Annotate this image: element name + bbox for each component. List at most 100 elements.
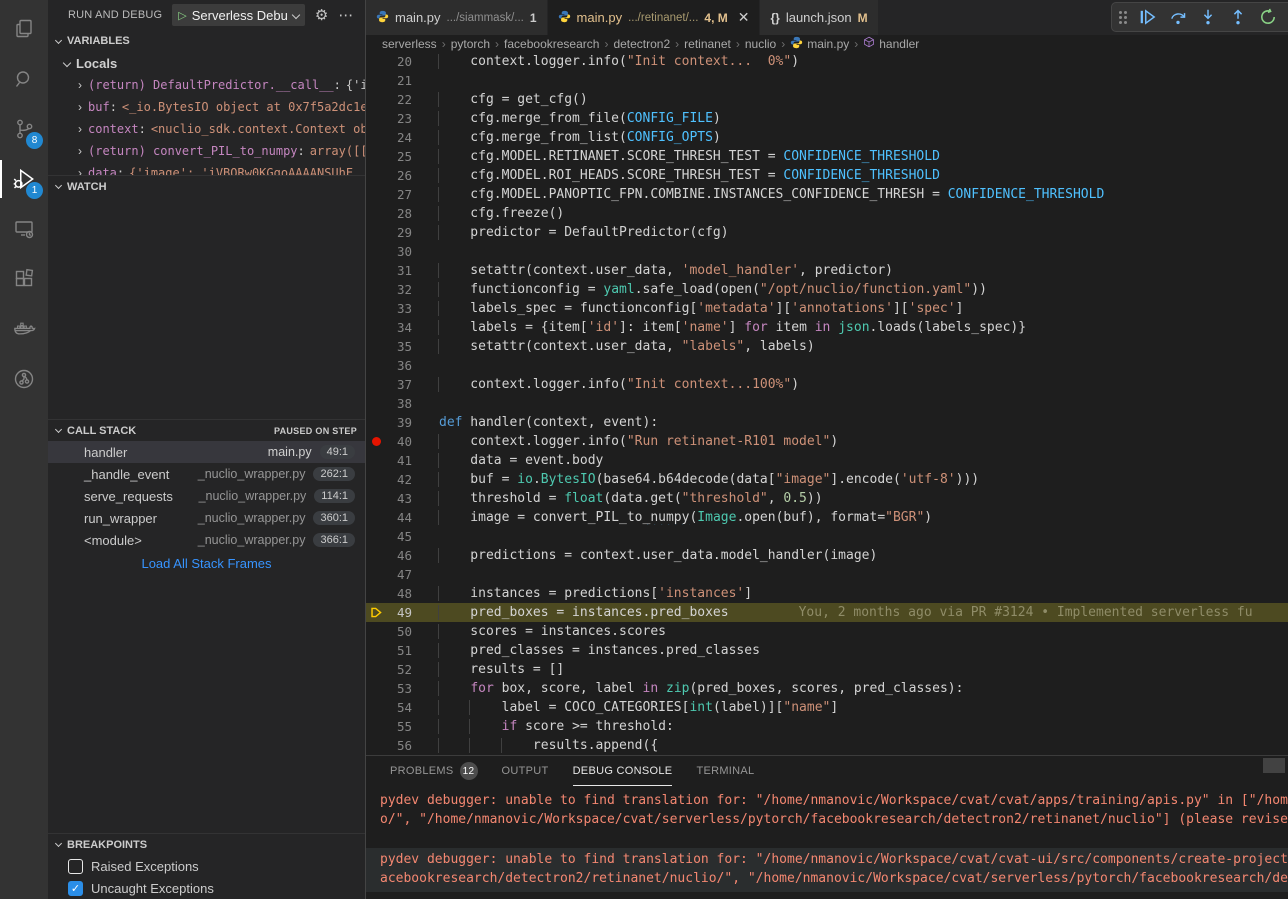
line-number[interactable]: 32: [386, 282, 412, 297]
line-number[interactable]: 21: [386, 73, 412, 88]
search-icon[interactable]: [0, 54, 48, 104]
line-number[interactable]: 53: [386, 681, 412, 696]
breadcrumb-item-pytorch[interactable]: pytorch: [451, 37, 490, 51]
line-number[interactable]: 33: [386, 301, 412, 316]
code-line-29[interactable]: 29 predictor = DefaultPredictor(cfg): [366, 223, 1288, 242]
code-line-46[interactable]: 46 predictions = context.user_data.model…: [366, 546, 1288, 565]
breadcrumb-item-main.py[interactable]: main.py: [790, 36, 849, 52]
breadcrumb-item-detectron2[interactable]: detectron2: [613, 37, 670, 51]
code-line-39[interactable]: 39def handler(context, event):: [366, 413, 1288, 432]
line-number[interactable]: 46: [386, 548, 412, 563]
code-line-31[interactable]: 31 setattr(context.user_data, 'model_han…: [366, 261, 1288, 280]
code-line-35[interactable]: 35 setattr(context.user_data, "labels", …: [366, 337, 1288, 356]
more-actions-icon[interactable]: ⋯: [338, 6, 353, 24]
line-number[interactable]: 31: [386, 263, 412, 278]
breakpoint-item[interactable]: ✓Uncaught Exceptions: [48, 877, 365, 899]
line-number[interactable]: 23: [386, 111, 412, 126]
breakpoint-icon[interactable]: [366, 437, 386, 446]
code-line-24[interactable]: 24 cfg.merge_from_list(CONFIG_OPTS): [366, 128, 1288, 147]
current-step-icon[interactable]: [366, 606, 386, 619]
continue-button[interactable]: [1139, 8, 1157, 26]
code-line-40[interactable]: 40 context.logger.info("Run retinanet-R1…: [366, 432, 1288, 451]
callstack-frame-handler[interactable]: handlermain.py49:1: [48, 441, 365, 463]
code-line-45[interactable]: 45: [366, 527, 1288, 546]
line-number[interactable]: 56: [386, 738, 412, 753]
variables-section-header[interactable]: VARIABLES: [48, 30, 365, 52]
code-line-20[interactable]: 20 context.logger.info("Init context... …: [366, 52, 1288, 71]
line-number[interactable]: 47: [386, 567, 412, 582]
breakpoints-section-header[interactable]: BREAKPOINTS: [48, 833, 365, 855]
line-number[interactable]: 54: [386, 700, 412, 715]
code-line-52[interactable]: 52 results = []: [366, 660, 1288, 679]
extensions-icon[interactable]: [0, 254, 48, 304]
variable-row[interactable]: ›(return) convert_PIL_to_numpy:array([[[…: [48, 140, 365, 162]
line-number[interactable]: 39: [386, 415, 412, 430]
load-all-stack-frames-link[interactable]: Load All Stack Frames: [48, 551, 365, 575]
line-number[interactable]: 44: [386, 510, 412, 525]
variable-row[interactable]: ›buf:<_io.BytesIO object at 0x7f5a2dc1ec…: [48, 96, 365, 118]
code-line-34[interactable]: 34 labels = {item['id']: item['name'] fo…: [366, 318, 1288, 337]
line-number[interactable]: 25: [386, 149, 412, 164]
code-line-32[interactable]: 32 functionconfig = yaml.safe_load(open(…: [366, 280, 1288, 299]
variable-row[interactable]: ›(return) DefaultPredictor.__call__:{'in…: [48, 74, 365, 96]
docker-icon[interactable]: [0, 304, 48, 354]
code-line-55[interactable]: 55 if score >= threshold:: [366, 717, 1288, 736]
breadcrumb-item-nuclio[interactable]: nuclio: [745, 37, 776, 51]
run-and-debug-icon[interactable]: 1: [0, 154, 48, 204]
step-out-button[interactable]: [1229, 8, 1247, 26]
line-number[interactable]: 28: [386, 206, 412, 221]
line-number[interactable]: 35: [386, 339, 412, 354]
code-line-56[interactable]: 56 results.append({: [366, 736, 1288, 755]
breadcrumb-item-handler[interactable]: handler: [863, 36, 919, 51]
start-debug-icon[interactable]: ▷: [178, 9, 186, 22]
panel-tab-problems[interactable]: PROBLEMS12: [390, 756, 478, 786]
line-number[interactable]: 41: [386, 453, 412, 468]
code-line-50[interactable]: 50 scores = instances.scores: [366, 622, 1288, 641]
code-line-41[interactable]: 41 data = event.body: [366, 451, 1288, 470]
breadcrumb-item-retinanet[interactable]: retinanet: [684, 37, 731, 51]
breakpoint-item[interactable]: Raised Exceptions: [48, 855, 365, 877]
line-number[interactable]: 50: [386, 624, 412, 639]
toolbar-drag-handle[interactable]: [1119, 11, 1127, 24]
panel-tab-terminal[interactable]: TERMINAL: [696, 756, 754, 786]
line-number[interactable]: 38: [386, 396, 412, 411]
line-number[interactable]: 51: [386, 643, 412, 658]
code-line-42[interactable]: 42 buf = io.BytesIO(base64.b64decode(dat…: [366, 470, 1288, 489]
code-line-38[interactable]: 38: [366, 394, 1288, 413]
restart-button[interactable]: [1259, 8, 1277, 26]
gear-icon[interactable]: ⚙: [315, 6, 328, 24]
code-line-33[interactable]: 33 labels_spec = functionconfig['metadat…: [366, 299, 1288, 318]
callstack-frame-module[interactable]: <module>_nuclio_wrapper.py366:1: [48, 529, 365, 551]
code-line-22[interactable]: 22 cfg = get_cfg(): [366, 90, 1288, 109]
code-line-54[interactable]: 54 label = COCO_CATEGORIES[int(label)]["…: [366, 698, 1288, 717]
editor-tab-launch.json[interactable]: {}launch.jsonM: [760, 0, 878, 35]
code-line-21[interactable]: 21: [366, 71, 1288, 90]
panel-tab-debug-console[interactable]: DEBUG CONSOLE: [573, 756, 673, 786]
source-control-icon[interactable]: 8: [0, 104, 48, 154]
remote-explorer-icon[interactable]: [0, 204, 48, 254]
line-number[interactable]: 34: [386, 320, 412, 335]
line-number[interactable]: 43: [386, 491, 412, 506]
line-number[interactable]: 22: [386, 92, 412, 107]
line-number[interactable]: 55: [386, 719, 412, 734]
line-number[interactable]: 29: [386, 225, 412, 240]
line-number[interactable]: 48: [386, 586, 412, 601]
variable-row[interactable]: ›context:<nuclio_sdk.context.Context obj…: [48, 118, 365, 140]
close-icon[interactable]: ✕: [738, 9, 750, 26]
line-number[interactable]: 27: [386, 187, 412, 202]
code-line-47[interactable]: 47: [366, 565, 1288, 584]
checkbox-checked-icon[interactable]: ✓: [68, 881, 83, 896]
line-number[interactable]: 24: [386, 130, 412, 145]
line-number[interactable]: 20: [386, 54, 412, 69]
editor-tab-main.py[interactable]: main.py.../retinanet/...4, M✕: [548, 0, 761, 35]
code-line-37[interactable]: 37 context.logger.info("Init context...1…: [366, 375, 1288, 394]
code-line-26[interactable]: 26 cfg.MODEL.ROI_HEADS.SCORE_THRESH_TEST…: [366, 166, 1288, 185]
line-number[interactable]: 42: [386, 472, 412, 487]
code-line-36[interactable]: 36: [366, 356, 1288, 375]
line-number[interactable]: 37: [386, 377, 412, 392]
code-line-44[interactable]: 44 image = convert_PIL_to_numpy(Image.op…: [366, 508, 1288, 527]
line-number[interactable]: 26: [386, 168, 412, 183]
code-line-27[interactable]: 27 cfg.MODEL.PANOPTIC_FPN.COMBINE.INSTAN…: [366, 185, 1288, 204]
line-number[interactable]: 45: [386, 529, 412, 544]
panel-scrollbar[interactable]: [1263, 758, 1285, 773]
